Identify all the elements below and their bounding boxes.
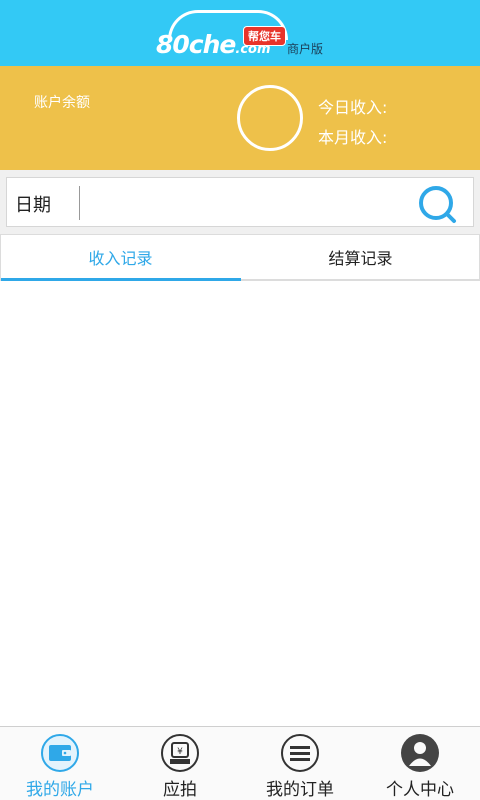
- search-button[interactable]: [417, 184, 457, 224]
- list-icon: [281, 734, 319, 772]
- bottom-navigation: 我的账户 ¥ 应拍 我的订单 个人中心: [0, 726, 480, 800]
- svg-text:¥: ¥: [177, 747, 183, 757]
- account-summary-panel: 账户余额 今日收入: 本月收入:: [0, 66, 480, 170]
- month-income-label: 本月收入:: [318, 128, 388, 147]
- nav-label-personal-center: 个人中心: [386, 780, 454, 800]
- date-search-bar: 日期: [0, 170, 480, 234]
- tab-settlement-records[interactable]: 结算记录: [241, 235, 480, 279]
- nav-personal-center[interactable]: 个人中心: [360, 727, 480, 800]
- tab-income-records[interactable]: 收入记录: [1, 235, 240, 279]
- auction-icon: ¥: [161, 734, 199, 772]
- brand-logo: 80che.com 帮您车 商户版: [150, 8, 340, 60]
- brand-badge: 帮您车: [243, 26, 286, 46]
- records-list: [0, 282, 480, 726]
- nav-my-account[interactable]: 我的账户: [0, 727, 120, 800]
- nav-label-auction: 应拍: [163, 780, 197, 800]
- date-label: 日期: [15, 195, 51, 216]
- date-input[interactable]: [79, 186, 409, 220]
- wallet-icon: [41, 734, 79, 772]
- edition-label: 商户版: [287, 42, 324, 56]
- user-icon: [401, 734, 439, 772]
- balance-circle: [237, 85, 303, 151]
- search-icon: [419, 186, 456, 223]
- today-income-label: 今日收入:: [318, 98, 388, 117]
- brand-text: 80che: [156, 30, 236, 59]
- app-header: 80che.com 帮您车 商户版: [0, 0, 480, 66]
- account-balance-label: 账户余额: [34, 95, 90, 111]
- record-tabs: 收入记录 结算记录: [0, 234, 480, 281]
- nav-auction[interactable]: ¥ 应拍: [120, 727, 240, 800]
- active-tab-indicator: [1, 278, 241, 281]
- nav-label-my-account: 我的账户: [26, 780, 94, 800]
- nav-my-orders[interactable]: 我的订单: [240, 727, 360, 800]
- date-search-box: 日期: [6, 177, 474, 227]
- nav-label-my-orders: 我的订单: [266, 780, 334, 800]
